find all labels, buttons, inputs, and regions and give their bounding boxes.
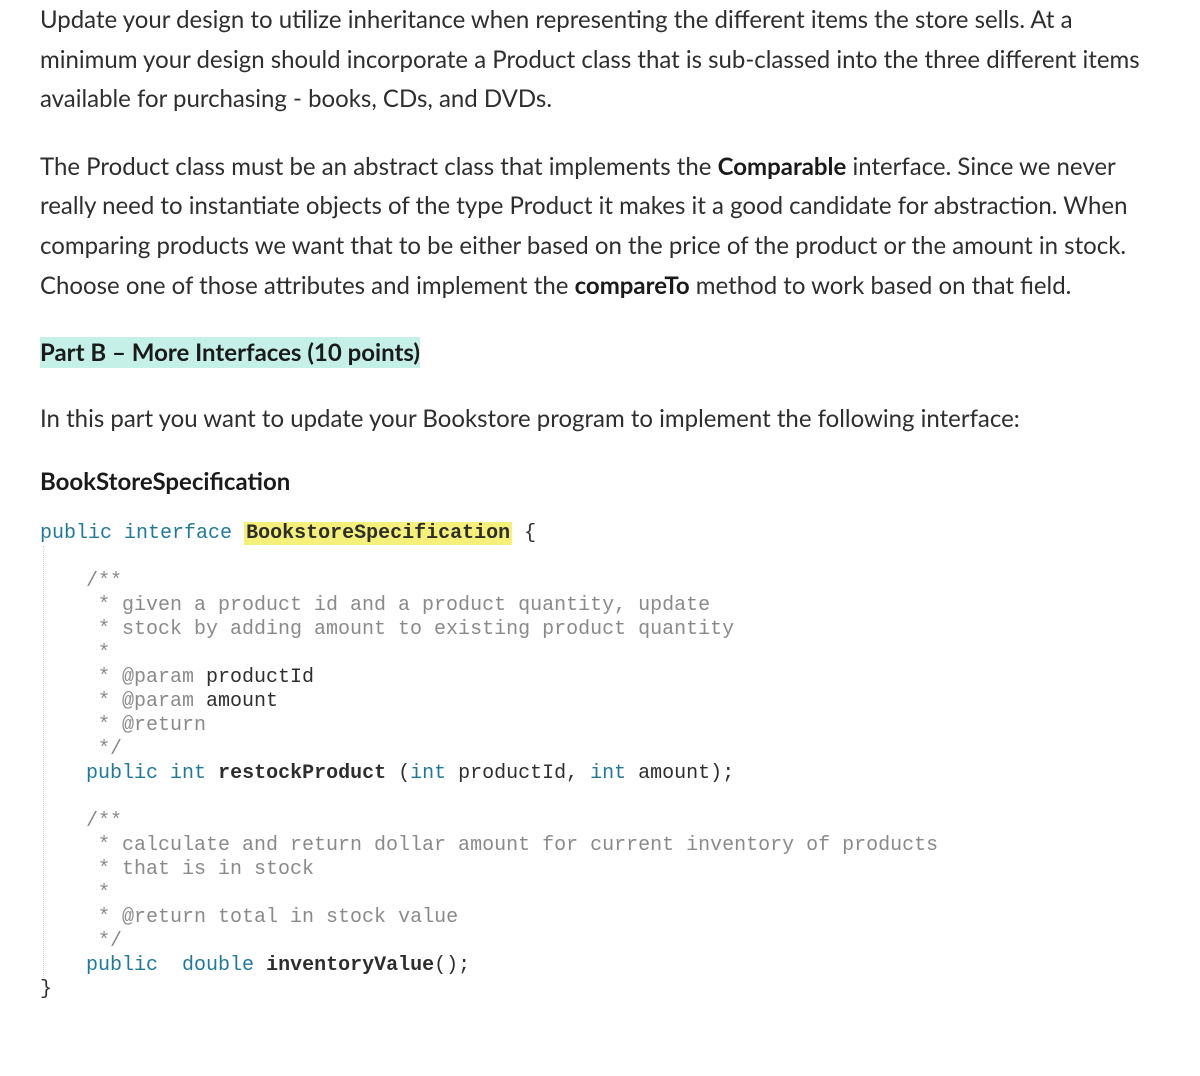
comment-line: * [86,642,110,665]
param-name: amount); [626,762,734,785]
brace-close: } [40,978,52,1001]
comment-line: * @param [86,666,194,689]
comment-line: * @return [86,906,206,929]
comment-line: * @param [86,690,194,713]
comparable-keyword: Comparable [718,152,847,181]
comment-line: /** [86,810,122,833]
comment-line: */ [86,738,122,761]
comment-line: * given a product id and a product quant… [86,594,710,617]
comment-line: * @return [86,714,206,737]
keyword-public: public [40,522,112,545]
method-name-restockproduct: restockProduct [218,762,386,785]
keyword-int: int [590,762,626,785]
para2-text-c: method to work based on that field. [690,271,1072,300]
code-block: public interface BookstoreSpecification … [40,522,1160,1002]
javadoc-param-name: productId [194,666,314,689]
javadoc-return-desc: total in stock value [206,906,458,929]
brace-open: { [512,522,536,545]
paragraph-1: Update your design to utilize inheritanc… [40,0,1160,119]
method-name-inventoryvalue: inventoryValue [266,954,434,977]
comment-line: * stock by adding amount to existing pro… [86,618,734,641]
comment-line: * calculate and return dollar amount for… [86,834,938,857]
section-heading-part-b: Part B – More Interfaces (10 points) [40,337,420,368]
keyword-double: double [182,954,254,977]
comment-line: /** [86,570,122,593]
section-heading-wrap: Part B – More Interfaces (10 points) [40,333,1160,373]
param-name: productId, [446,762,590,785]
code-body: /** * given a product id and a product q… [43,546,938,978]
javadoc-param-name: amount [194,690,278,713]
keyword-public: public [86,762,158,785]
keyword-interface: interface [124,522,232,545]
comment-line: */ [86,930,122,953]
interface-title: BookStoreSpecification [40,462,1160,502]
method-tail: (); [434,954,470,977]
paren-open: ( [386,762,410,785]
keyword-int: int [170,762,206,785]
comment-line: * that is in stock [86,858,314,881]
type-name-highlight: BookstoreSpecification [244,522,512,545]
compareto-keyword: compareTo [575,271,690,300]
para2-text-a: The Product class must be an abstract cl… [40,152,718,181]
comment-line: * [86,882,110,905]
paragraph-3: In this part you want to update your Boo… [40,399,1160,439]
keyword-public: public [86,954,158,977]
keyword-int: int [410,762,446,785]
paragraph-2: The Product class must be an abstract cl… [40,147,1160,305]
